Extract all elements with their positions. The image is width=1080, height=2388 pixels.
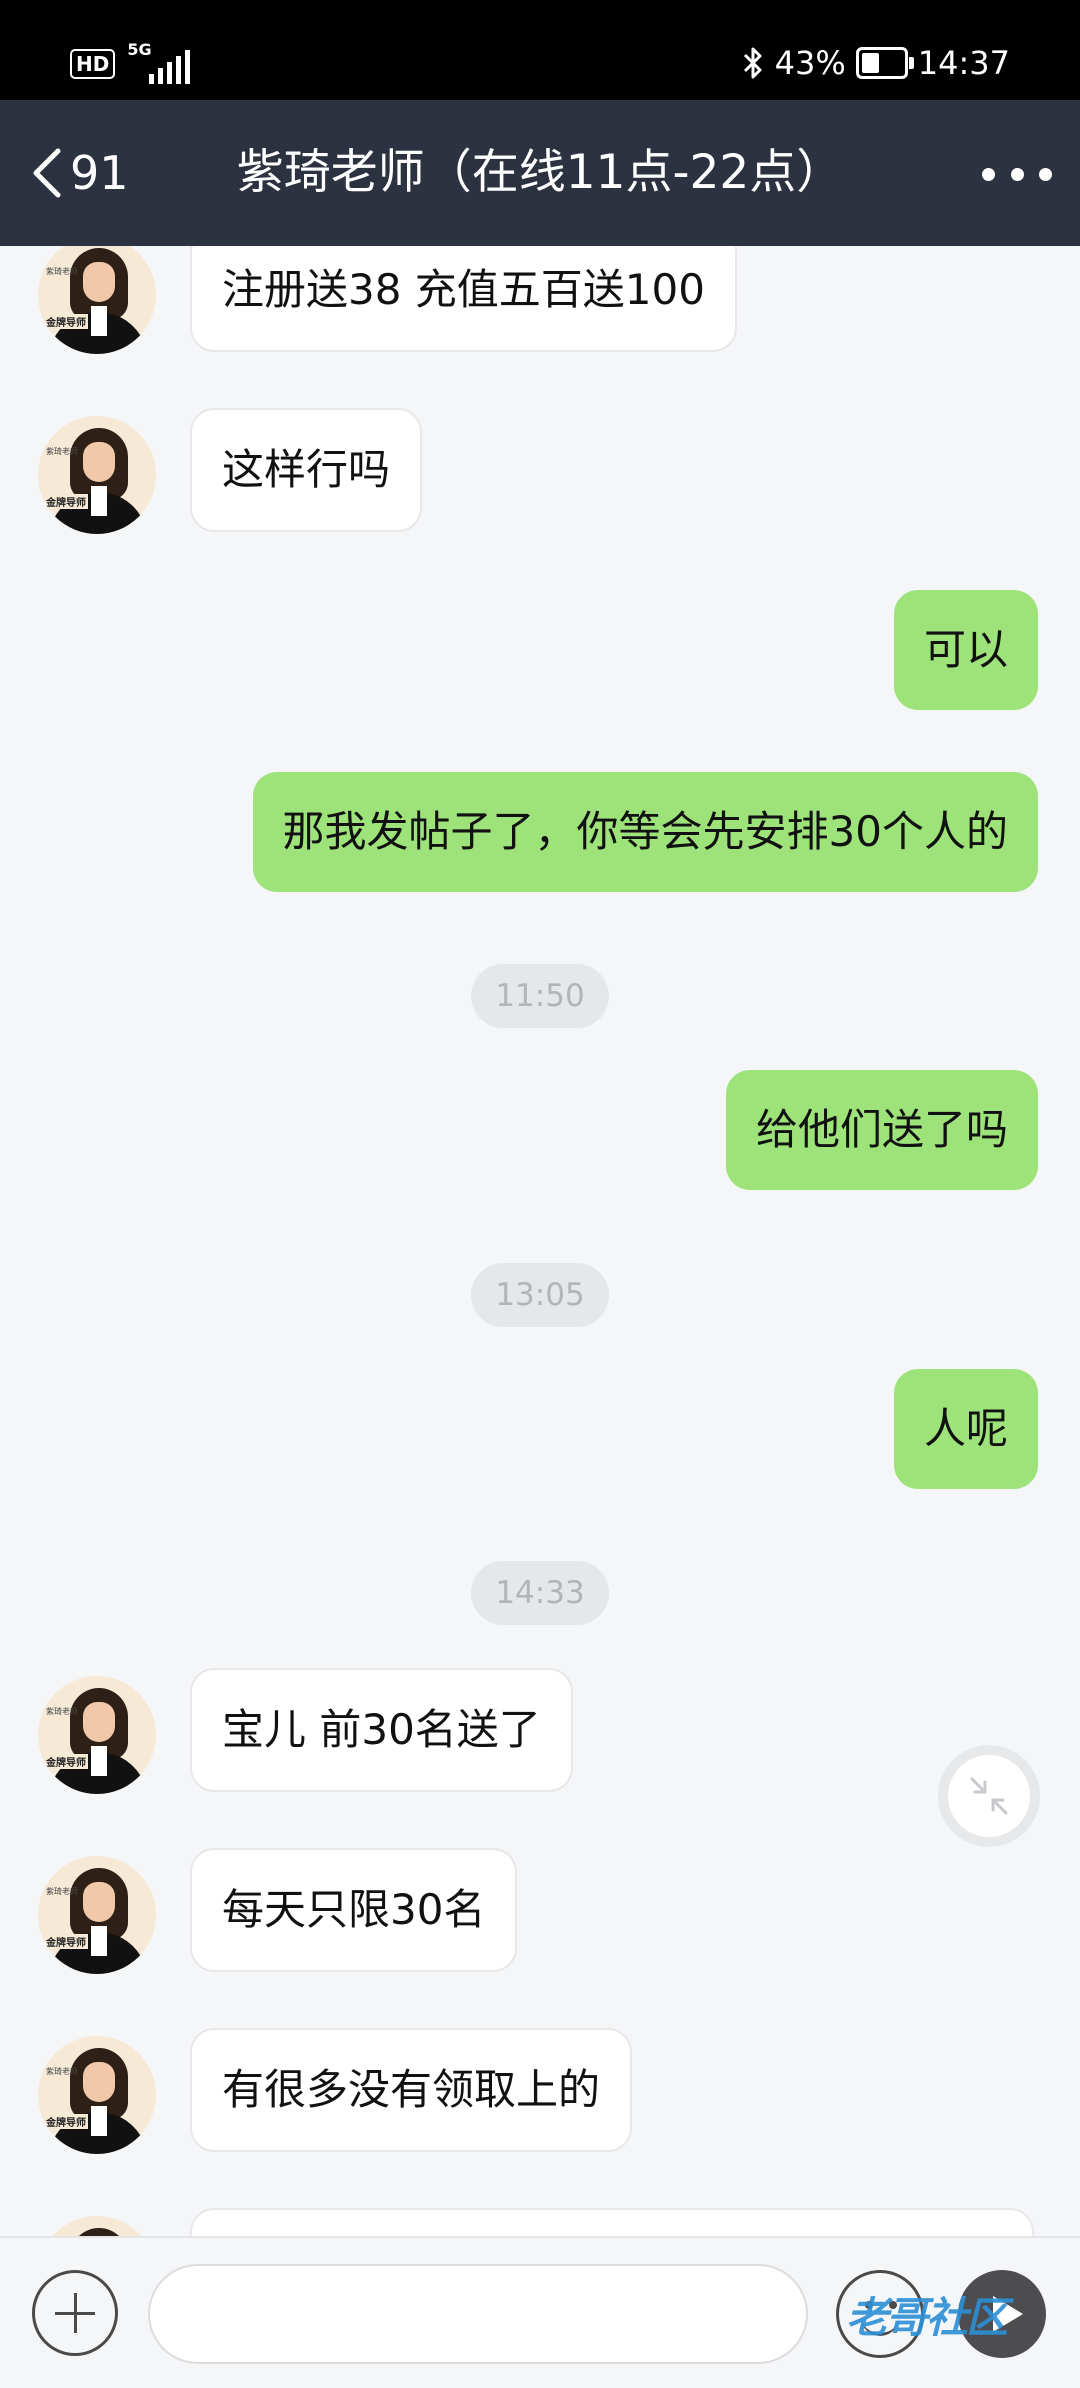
avatar[interactable]: 紫琦老师 金牌导师: [38, 2036, 156, 2154]
network-label: 5G: [127, 40, 152, 59]
message-bubble[interactable]: 宝儿 前30名送了: [190, 1668, 573, 1792]
message-input[interactable]: [148, 2264, 808, 2364]
message-bubble[interactable]: 这样行吗: [190, 408, 423, 532]
chat-screen: HD 5G 43% 14:37 91 紫琦老师（在线11点-22点） 紫琦老师 …: [0, 0, 1080, 2388]
signal-icon: 5G: [127, 40, 191, 84]
bluetooth-icon: [743, 47, 762, 79]
collapse-arrows-icon[interactable]: [938, 1745, 1040, 1847]
plus-icon[interactable]: [32, 2270, 118, 2356]
battery-percent: 43%: [774, 44, 846, 82]
message-bubble[interactable]: [190, 2208, 1034, 2236]
back-button[interactable]: 91: [26, 138, 129, 208]
chat-title: 紫琦老师（在线11点-22点）: [236, 145, 844, 200]
collapse-arrows-glyph: [970, 1777, 1008, 1815]
timestamp-pill: 14:33: [471, 1561, 609, 1625]
timestamp-pill: 13:05: [471, 1263, 609, 1327]
message-bubble[interactable]: 那我发帖子了，你等会先安排30个人的: [252, 772, 1038, 892]
clock: 14:37: [917, 44, 1010, 82]
message-bubble[interactable]: 可以: [893, 590, 1038, 710]
timestamp-pill: 11:50: [471, 964, 609, 1028]
avatar[interactable]: 紫琦老师 金牌导师: [38, 1856, 156, 1974]
more-dots-icon[interactable]: [982, 152, 1052, 196]
avatar[interactable]: [38, 2216, 156, 2236]
message-list[interactable]: 紫琦老师 金牌导师 注册送38 充值五百送100 紫琦老师 金牌导师 这样行吗 可以…: [0, 246, 1080, 2236]
avatar[interactable]: 紫琦老师 金牌导师: [38, 416, 156, 534]
status-left: HD 5G: [70, 40, 191, 84]
message-bubble[interactable]: 每天只限30名: [190, 1848, 518, 1972]
status-right: 43% 14:37: [741, 44, 1010, 82]
avatar[interactable]: 紫琦老师 金牌导师: [38, 1676, 156, 1794]
avatar[interactable]: 紫琦老师 金牌导师: [38, 246, 156, 354]
message-bubble[interactable]: 人呢: [893, 1369, 1038, 1489]
status-bar: HD 5G 43% 14:37: [0, 0, 1080, 100]
unread-count: 91: [70, 146, 129, 200]
chevron-left-icon: [33, 148, 61, 198]
hd-badge: HD: [70, 49, 116, 79]
message-bubble[interactable]: 给他们送了吗: [725, 1070, 1038, 1190]
chat-header: 91 紫琦老师（在线11点-22点）: [0, 100, 1080, 246]
message-bubble[interactable]: 注册送38 充值五百送100: [190, 246, 737, 352]
watermark-logo: 老哥社区: [846, 2293, 1008, 2342]
message-bubble[interactable]: 有很多没有领取上的: [190, 2028, 633, 2152]
battery-icon: [855, 47, 914, 79]
